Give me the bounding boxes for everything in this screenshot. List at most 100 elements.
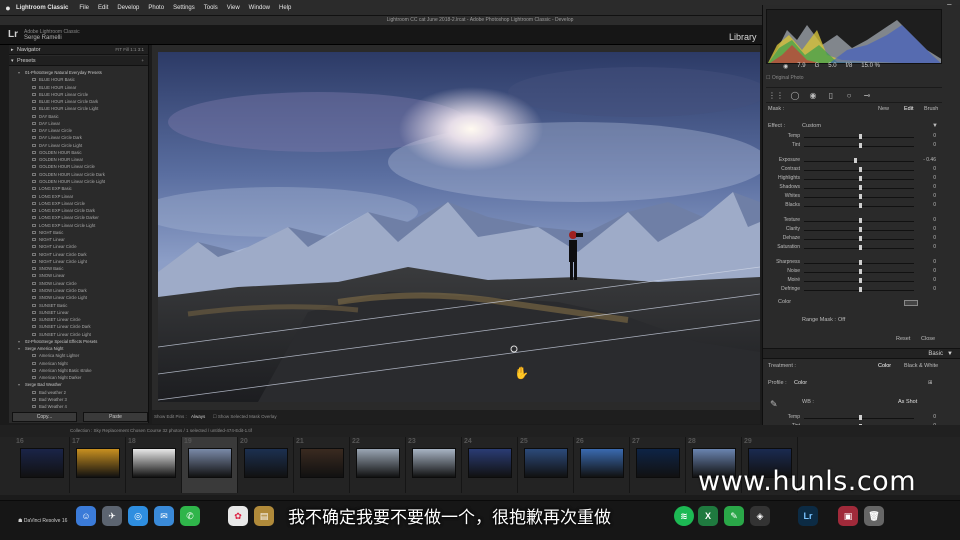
filmstrip-thumb[interactable]: 20 <box>238 437 294 493</box>
filmstrip-thumb[interactable]: 26 <box>574 437 630 493</box>
slider-thumb[interactable] <box>859 278 862 283</box>
reset-button[interactable]: Reset <box>896 336 910 342</box>
slider-thumb[interactable] <box>859 185 862 190</box>
brush-tool-icon[interactable]: ⊸ <box>862 91 872 101</box>
safari-icon[interactable]: ◎ <box>128 506 148 526</box>
paste-button[interactable]: Paste <box>83 412 148 422</box>
preset-item[interactable]: LONG EXP Basic <box>13 185 148 192</box>
messages-icon[interactable]: ✆ <box>180 506 200 526</box>
range-mask-dropdown[interactable]: Off <box>838 317 845 323</box>
menu-help[interactable]: Help <box>279 5 291 11</box>
preset-item[interactable]: BLUE HOUR Linear Circle Light <box>13 105 148 112</box>
slider-thumb[interactable] <box>859 415 862 420</box>
eyedropper-icon[interactable]: ✎ <box>770 399 778 410</box>
module-library[interactable]: Library <box>729 32 757 42</box>
slider-contrast[interactable]: Contrast 0 <box>766 166 942 175</box>
add-preset-icon[interactable]: + <box>141 56 144 66</box>
navigator-header[interactable]: ▸ Navigator FIT Fill 1:1 3:1 <box>9 45 148 55</box>
menu-edit[interactable]: Edit <box>98 5 108 11</box>
color-swatch[interactable] <box>904 300 918 306</box>
slider-thumb[interactable] <box>859 194 862 199</box>
lightroom-dock-icon[interactable]: Lr <box>798 506 818 526</box>
slider-value[interactable]: 0 <box>933 202 936 208</box>
copy-button[interactable]: Copy... <box>12 412 77 422</box>
filmstrip-thumb[interactable]: 16 <box>14 437 70 493</box>
preset-item[interactable]: GOLDEN HOUR Basic <box>13 149 148 156</box>
navigator-zoom-buttons[interactable]: FIT Fill 1:1 3:1 <box>115 45 144 55</box>
preset-item[interactable]: Bad Weather 3 <box>13 396 148 403</box>
preset-item[interactable]: BLUE HOUR Linear Circle <box>13 91 148 98</box>
preset-item[interactable]: SNOW Linear <box>13 272 148 279</box>
slider-thumb[interactable] <box>859 236 862 241</box>
davinci-icon[interactable]: ◈ <box>750 506 770 526</box>
menu-app-name[interactable]: Lightroom Classic <box>16 5 68 11</box>
spotify-icon[interactable]: ≋ <box>674 506 694 526</box>
filmstrip-thumb[interactable]: 24 <box>462 437 518 493</box>
apple-icon[interactable]: ● <box>0 3 16 13</box>
slider-whites[interactable]: Whites 0 <box>766 193 942 202</box>
slider-thumb[interactable] <box>859 287 862 292</box>
slider-thumb[interactable] <box>859 260 862 265</box>
menu-window[interactable]: Window <box>249 5 270 11</box>
excel-icon[interactable]: X <box>698 506 718 526</box>
slider-temp[interactable]: Temp 0 <box>766 414 942 423</box>
photos-icon[interactable]: ✿ <box>228 506 248 526</box>
preset-item[interactable]: DAY Linear Circle Light <box>13 142 148 149</box>
slider-shadows[interactable]: Shadows 0 <box>766 184 942 193</box>
slider-thumb[interactable] <box>859 176 862 181</box>
preset-item[interactable]: DAY Linear Circle <box>13 127 148 134</box>
menu-develop[interactable]: Develop <box>117 5 139 11</box>
notes-icon[interactable]: ▤ <box>254 506 274 526</box>
filmstrip-thumb[interactable]: 27 <box>630 437 686 493</box>
slider-saturation[interactable]: Saturation 0 <box>766 244 942 253</box>
preset-group[interactable]: ▾ Serge Bad Weather <box>13 381 148 388</box>
preset-group[interactable]: ▾ Serge America Night <box>13 345 148 352</box>
preset-item[interactable]: NIGHT Linear Circle Light <box>13 258 148 265</box>
menu-tools[interactable]: Tools <box>204 5 218 11</box>
preset-item[interactable]: SNOW Linear Circle Light <box>13 294 148 301</box>
preset-item[interactable]: NIGHT Linear Circle Dark <box>13 251 148 258</box>
effect-dropdown[interactable]: Custom <box>802 123 821 129</box>
preset-item[interactable]: SNOW Basic <box>13 265 148 272</box>
preset-item[interactable]: GOLDEN HOUR Linear Circle Dark <box>13 171 148 178</box>
slider-thumb[interactable] <box>853 158 857 163</box>
slider-tint[interactable]: Tint 0 <box>766 142 942 151</box>
slider-value[interactable]: 0 <box>933 193 936 199</box>
preset-item[interactable]: LONG EXP Linear <box>13 193 148 200</box>
preset-group[interactable]: ▾ 02-PhotoSerge Special Effects Presets <box>13 338 148 345</box>
mask-edit[interactable]: Edit <box>904 106 913 112</box>
preset-item[interactable]: NIGHT Linear <box>13 236 148 243</box>
slider-value[interactable]: 0 <box>933 235 936 241</box>
preset-group[interactable]: ▾ 01-PhotoSerge Natural Everyday Presets <box>13 69 148 76</box>
slider-value[interactable]: - 0.46 <box>923 157 936 163</box>
slider-value[interactable]: 0 <box>933 277 936 283</box>
preset-item[interactable]: SUNSET Basic <box>13 302 148 309</box>
crop-tool-icon[interactable]: ◯ <box>790 91 800 101</box>
basic-section-header[interactable]: Basic ▼ <box>763 348 960 359</box>
slider-thumb[interactable] <box>859 218 862 223</box>
preset-item[interactable]: LONG EXP Linear Circle Dark <box>13 207 148 214</box>
slider-value[interactable]: 0 <box>933 166 936 172</box>
slider-blacks[interactable]: Blacks 0 <box>766 202 942 211</box>
slider-value[interactable]: 0 <box>933 184 936 190</box>
slider-value[interactable]: 0 <box>933 142 936 148</box>
histogram[interactable] <box>766 9 942 64</box>
wb-dropdown[interactable]: As Shot <box>898 399 917 405</box>
slider-thumb[interactable] <box>859 143 862 148</box>
preset-item[interactable]: LONG EXP Linear Circle Light <box>13 222 148 229</box>
filmstrip-thumb[interactable]: 18 <box>126 437 182 493</box>
preset-item[interactable]: SNOW Linear Circle <box>13 280 148 287</box>
slider-value[interactable]: 0 <box>933 226 936 232</box>
taskbar-davinci[interactable]: ☗ DaVinci Resolve 16 <box>18 518 67 524</box>
slider-highlights[interactable]: Highlights 0 <box>766 175 942 184</box>
close-button[interactable]: Close <box>921 336 935 342</box>
preset-item[interactable]: BLUE HOUR Linear <box>13 84 148 91</box>
presets-header[interactable]: ▾ Presets + <box>9 56 148 66</box>
filmstrip-thumb[interactable]: 19 <box>182 437 238 493</box>
slider-thumb[interactable] <box>859 167 862 172</box>
slider-moir[interactable]: Moiré 0 <box>766 277 942 286</box>
launchpad-icon[interactable]: ✈ <box>102 506 122 526</box>
graduated-filter-icon[interactable]: ▯ <box>826 91 836 101</box>
menu-photo[interactable]: Photo <box>148 5 164 11</box>
slider-value[interactable]: 0 <box>933 244 936 250</box>
